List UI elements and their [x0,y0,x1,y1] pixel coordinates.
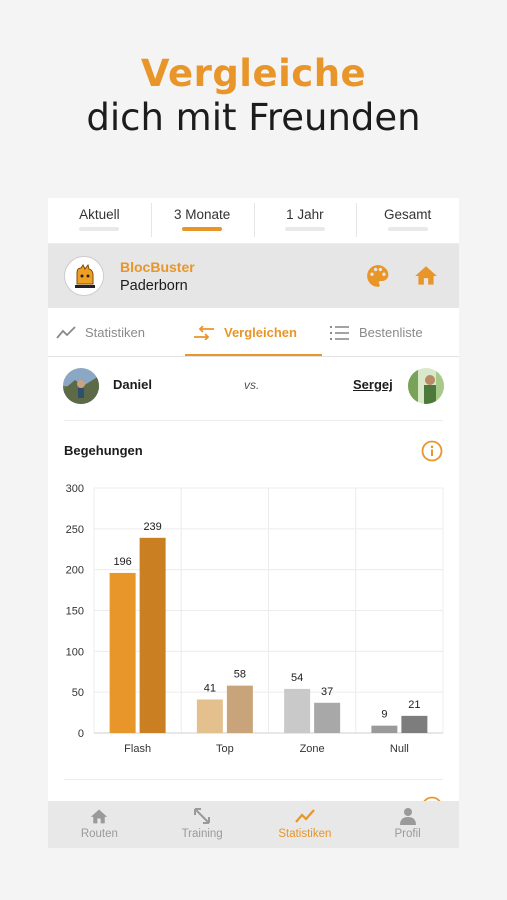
data-label: 58 [234,669,246,681]
swap-arrows-icon [194,325,214,340]
nav-label: Profil [394,828,421,840]
tab-gesamt[interactable]: Gesamt [356,198,459,243]
y-tick-label: 50 [72,687,84,699]
bar [109,572,136,733]
bar [139,537,166,733]
vs-label: vs. [244,378,260,392]
gym-header: BlocBuster Paderborn [48,244,459,308]
nav-statistiken[interactable]: Statistiken [254,801,357,848]
data-label: 54 [291,672,303,684]
begehungen-chart: 0 50 100 150 200 250 300 196 239 Flash 41 58 Top 54 37… [66,483,444,755]
tab-label: Statistiken [85,325,145,340]
bar [284,688,311,733]
tab-statistiken[interactable]: Statistiken [56,308,145,357]
avatar-right[interactable] [408,368,444,404]
y-tick-label: 0 [78,728,84,740]
divider [64,420,443,421]
bar [226,685,253,733]
tab-label: 1 Jahr [286,207,324,222]
nav-label: Statistiken [278,828,332,840]
bar [314,702,341,733]
tab-label: Vergleichen [224,325,297,340]
tab-indicator [284,227,325,231]
home-icon [91,809,108,824]
bar [196,699,223,733]
y-tick-label: 100 [66,646,84,658]
tab-indicator [182,227,223,231]
bar [401,715,428,733]
promo-subtitle: dich mit Freunden [86,96,421,139]
tab-label: 3 Monate [173,207,231,222]
user-left-name[interactable]: Daniel [113,377,152,392]
tab-indicator [79,227,120,231]
data-label: 21 [408,699,420,711]
divider [64,779,443,780]
stat-tabs: Statistiken Vergleichen Bestenliste [48,308,459,357]
tab-label: Bestenliste [359,325,423,340]
x-tick-label: Top [216,743,234,755]
y-tick-label: 150 [66,606,84,618]
bottom-nav: Routen Training Statistiken Profil [48,801,459,848]
compare-row: Daniel vs. Sergej [48,358,459,420]
data-label: 37 [321,686,333,698]
x-tick-label: Null [390,743,409,755]
tab-label: Aktuell [79,207,120,222]
y-tick-label: 300 [66,483,84,495]
app-screen: Aktuell 3 Monate 1 Jahr Gesamt BlocBuste… [48,198,459,848]
bar [371,725,398,733]
avatar-left[interactable] [63,368,99,404]
gym-city: Paderborn [120,278,188,294]
user-right-name[interactable]: Sergej [353,377,393,392]
tab-indicator [387,227,428,231]
data-label: 196 [113,556,131,568]
x-tick-label: Flash [124,743,151,755]
nav-training[interactable]: Training [151,801,254,848]
promo-title: Vergleiche [140,52,367,95]
expand-arrows-icon [194,808,211,824]
gym-name: BlocBuster [120,259,195,275]
period-tabs: Aktuell 3 Monate 1 Jahr Gesamt [48,198,459,244]
tab-aktuell[interactable]: Aktuell [48,198,151,243]
data-label: 239 [143,521,161,533]
tab-label: Gesamt [383,207,432,222]
y-tick-label: 200 [66,565,84,577]
home-icon[interactable] [413,263,439,289]
nav-label: Routen [80,828,118,840]
info-icon[interactable] [421,440,443,462]
trend-line-icon [56,325,76,339]
tab-vergleichen[interactable]: Vergleichen [193,308,297,357]
tab-bestenliste[interactable]: Bestenliste [330,308,423,357]
y-tick-label: 250 [66,524,84,536]
section-title: Begehungen [64,443,143,458]
list-icon [330,325,349,340]
palette-icon[interactable] [365,263,391,289]
nav-label: Training [181,828,223,840]
active-tab-indicator [185,354,322,356]
x-tick-label: Zone [300,743,325,755]
data-label: 41 [204,683,216,695]
nav-profil[interactable]: Profil [356,801,459,848]
promo-headline: Vergleiche dich mit Freunden [0,52,507,140]
gym-logo[interactable] [64,256,104,296]
tab-1-jahr[interactable]: 1 Jahr [253,198,357,243]
tab-3-monate[interactable]: 3 Monate [150,198,254,243]
person-icon [399,808,416,825]
data-label: 9 [381,709,387,721]
nav-routen[interactable]: Routen [48,801,151,848]
trend-line-icon [295,809,315,823]
